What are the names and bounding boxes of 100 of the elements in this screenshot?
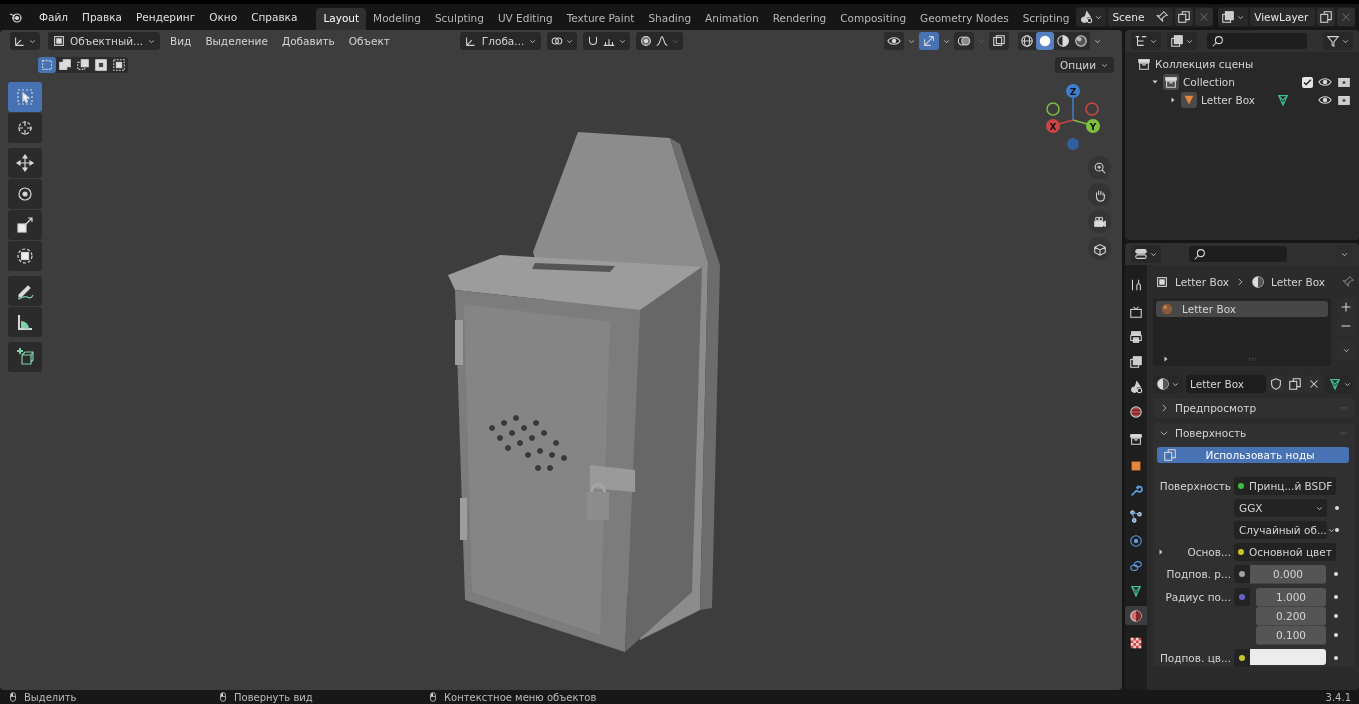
number-field[interactable]: 0.200 <box>1256 607 1326 626</box>
socket-button[interactable] <box>1234 565 1250 583</box>
search-field[interactable] <box>1207 33 1307 49</box>
shading-mode-button[interactable] <box>1036 32 1054 50</box>
shading-mode-button[interactable] <box>1018 32 1036 50</box>
menu-item[interactable]: Окно <box>202 8 245 26</box>
keyframe-dot[interactable] <box>1334 595 1338 599</box>
camera-button[interactable] <box>1088 210 1111 233</box>
number-field[interactable]: 1.000 <box>1256 588 1326 607</box>
visibility-toggle[interactable] <box>884 32 904 50</box>
scene-browse-button[interactable] <box>1076 8 1107 26</box>
tool-button[interactable] <box>8 241 42 271</box>
menu-item[interactable]: Выделение <box>201 33 272 49</box>
workspace-tab[interactable]: Modeling <box>366 8 428 30</box>
socket-link-field[interactable]: Основной цвет <box>1234 543 1336 561</box>
breadcrumb-item[interactable]: Letter Box <box>1175 276 1229 288</box>
keyframe-dot[interactable] <box>1334 633 1338 637</box>
tool-button[interactable] <box>8 113 42 143</box>
shading-mode-button[interactable] <box>1072 32 1090 50</box>
pivot-button[interactable] <box>547 32 578 50</box>
material-name-field[interactable]: Letter Box <box>1186 375 1266 393</box>
number-field[interactable]: 0.000 <box>1250 565 1326 584</box>
workspace-tab[interactable]: Geometry Nodes <box>913 8 1016 30</box>
negative-axis-handle[interactable] <box>1085 102 1099 116</box>
editor-type-button[interactable] <box>1131 245 1161 263</box>
view-layer-field[interactable]: ViewLayer <box>1250 8 1315 26</box>
disclosure-triangle[interactable] <box>1162 355 1170 363</box>
eye-icon[interactable] <box>1318 75 1332 89</box>
keyframe-dot[interactable] <box>1335 528 1339 532</box>
display-mode-button[interactable] <box>1167 32 1197 50</box>
tool-button[interactable] <box>8 210 42 240</box>
keyframe-dot[interactable] <box>1334 572 1338 576</box>
select-mode-button[interactable] <box>74 57 92 73</box>
options-dropdown[interactable]: Опции <box>1055 57 1114 73</box>
tool-button[interactable] <box>8 179 42 209</box>
pin-icon[interactable] <box>1155 10 1170 24</box>
copy-button[interactable] <box>1175 8 1194 26</box>
duplicate-button[interactable] <box>1286 375 1304 393</box>
menu-item[interactable]: Добавить <box>277 33 339 49</box>
axis-handle[interactable]: Z <box>1066 84 1080 98</box>
panel-header[interactable]: Предпросмотр <box>1153 398 1355 418</box>
search-field[interactable] <box>1189 246 1287 262</box>
tree-item-label[interactable]: Collection <box>1183 76 1235 88</box>
filter-button[interactable] <box>1323 32 1353 50</box>
editor-type-button[interactable] <box>1131 32 1161 50</box>
material-slot[interactable]: Letter Box <box>1156 301 1328 317</box>
menu-item[interactable]: Справка <box>244 8 305 26</box>
menu-item[interactable]: Объект <box>344 33 394 49</box>
disclosure-triangle[interactable] <box>1151 78 1159 86</box>
tool-button[interactable] <box>8 342 42 372</box>
select-mode-button[interactable] <box>38 57 56 73</box>
workspace-tab[interactable]: Animation <box>698 8 766 30</box>
workspace-tab[interactable]: Sculpting <box>427 8 491 30</box>
select-mode-button[interactable] <box>110 57 128 73</box>
scene-field[interactable]: Scene <box>1108 8 1174 26</box>
workspace-tab[interactable]: Layout <box>316 8 367 30</box>
orientation-dropdown[interactable]: Глоба... <box>459 32 542 50</box>
workspace-tab[interactable]: Rendering <box>765 8 834 30</box>
pan-button[interactable] <box>1088 183 1111 206</box>
workspace-tab[interactable]: Scripting <box>1015 8 1077 30</box>
workspace-tab[interactable]: UV Editing <box>490 8 560 30</box>
menu-item[interactable]: Вид <box>166 33 196 49</box>
number-field[interactable]: 0.100 <box>1256 626 1326 645</box>
axis-handle[interactable]: X <box>1046 119 1060 133</box>
tree-item-label[interactable]: Коллекция сцены <box>1155 58 1254 70</box>
checkbox[interactable] <box>1302 76 1313 88</box>
menu-item[interactable]: Рендеринг <box>129 8 203 26</box>
dropdown[interactable]: GGX <box>1234 499 1327 517</box>
use-nodes-button[interactable]: Использовать ноды <box>1157 447 1349 463</box>
view-layer-browse-button[interactable] <box>1218 8 1249 26</box>
tool-button[interactable] <box>8 307 42 337</box>
properties-tab[interactable] <box>1125 606 1147 625</box>
render-camera-icon[interactable] <box>1337 75 1351 89</box>
workspace-tab[interactable]: Texture Paint <box>559 8 642 30</box>
select-mode-button[interactable] <box>92 57 110 73</box>
grip-icon[interactable] <box>1246 355 1258 363</box>
keyframe-dot[interactable] <box>1334 614 1338 618</box>
zoom-button[interactable] <box>1088 156 1111 179</box>
negative-axis-handle[interactable] <box>1046 102 1060 116</box>
disclosure-triangle[interactable] <box>1169 96 1177 104</box>
snap-button[interactable] <box>583 32 631 50</box>
keyframe-dot[interactable] <box>1334 656 1338 660</box>
menu-item[interactable]: Правка <box>75 8 129 26</box>
tool-button[interactable] <box>8 276 42 306</box>
ortho-button[interactable] <box>1088 237 1111 260</box>
workspace-tab[interactable]: Shading <box>641 8 699 30</box>
mode-dropdown[interactable]: Объектный... <box>48 32 161 50</box>
panel-header[interactable]: Поверхность <box>1153 423 1355 443</box>
workspace-tab[interactable]: Compositing <box>833 8 914 30</box>
editor-type-button[interactable] <box>10 32 40 50</box>
gizmo-toggle[interactable] <box>919 32 939 50</box>
tool-button[interactable] <box>8 148 42 178</box>
render-camera-icon[interactable] <box>1337 93 1351 107</box>
color-swatch[interactable] <box>1250 649 1326 665</box>
socket-link-field[interactable]: Принц...й BSDF <box>1234 477 1337 495</box>
axis-handle[interactable]: Y <box>1086 119 1100 133</box>
mesh-data-icon[interactable] <box>1276 93 1290 107</box>
keyframe-dot[interactable] <box>1335 506 1339 510</box>
overlay-toggle[interactable] <box>954 32 974 50</box>
menu-item[interactable]: Файл <box>32 8 75 26</box>
